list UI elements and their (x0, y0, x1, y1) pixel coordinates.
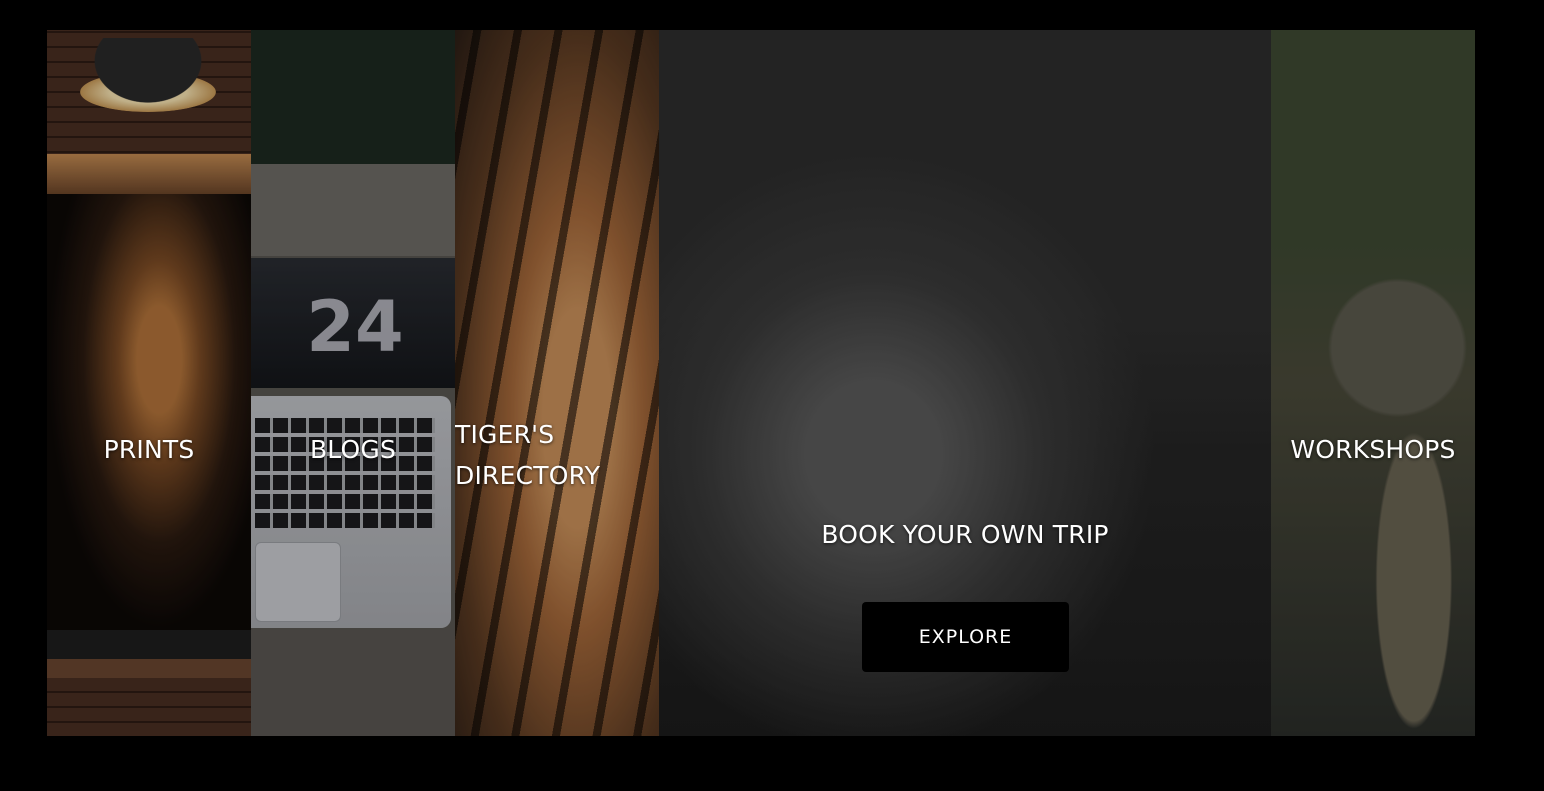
panel-label-book-trip: BOOK YOUR OWN TRIP (821, 520, 1109, 549)
panel-label-tigers-directory: TIGER'S DIRECTORY (455, 420, 601, 490)
panel-tigers-directory[interactable]: TIGER'S DIRECTORY (455, 30, 659, 736)
panel-label-blogs: BLOGS (309, 435, 397, 464)
panel-overlay (1271, 30, 1475, 736)
panel-prints[interactable]: PRINTS (47, 30, 251, 736)
panel-overlay (251, 30, 455, 736)
panel-book-trip[interactable]: BOOK YOUR OWN TRIP EXPLORE (659, 30, 1271, 736)
category-gallery: PRINTS 24 BLOGS TIGER'S DIRECTORY BOOK Y… (47, 30, 1475, 736)
panel-workshops[interactable]: WORKSHOPS (1271, 30, 1475, 736)
panel-overlay (47, 30, 251, 736)
explore-button[interactable]: EXPLORE (862, 602, 1069, 672)
panel-overlay (455, 30, 659, 736)
panel-label-prints: PRINTS (103, 435, 195, 464)
panel-label-workshops: WORKSHOPS (1290, 435, 1456, 464)
panel-blogs[interactable]: 24 BLOGS (251, 30, 455, 736)
